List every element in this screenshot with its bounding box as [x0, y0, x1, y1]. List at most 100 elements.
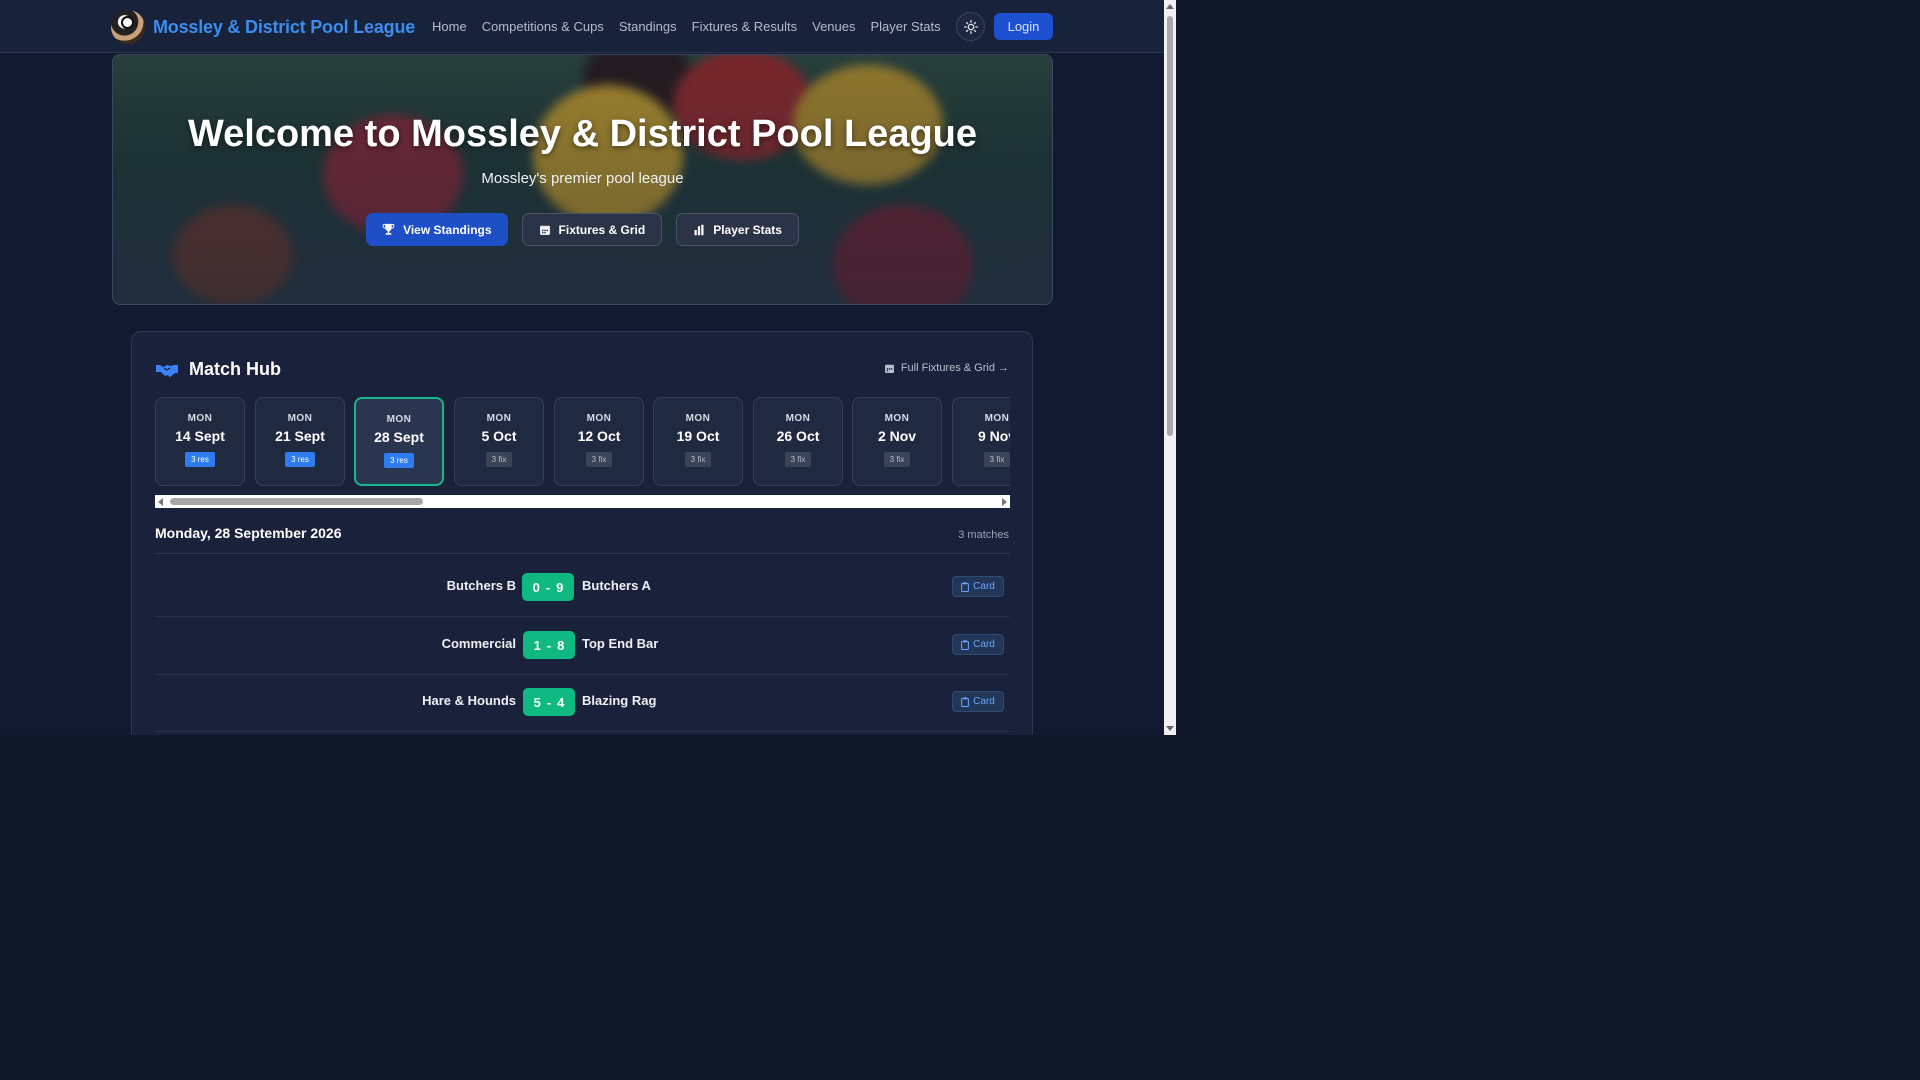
date-card-selected[interactable]: MON 28 Sept 3 res: [354, 397, 444, 486]
away-team[interactable]: Butchers A: [582, 578, 651, 593]
fixtures-badge: 3 fix: [684, 452, 712, 467]
match-row: Commercial 1 - 8 Top End Bar Card: [155, 618, 1010, 675]
away-team[interactable]: Top End Bar: [582, 636, 658, 651]
home-score: 5: [533, 694, 541, 710]
brand-name: Mossley & District Pool League: [153, 16, 416, 37]
date-card[interactable]: MON 26 Oct 3 fix: [753, 397, 843, 486]
fixtures-grid-label: Fixtures & Grid: [558, 222, 646, 237]
home-team[interactable]: Commercial: [442, 636, 516, 651]
handshake-icon: [156, 364, 178, 377]
score-separator: -: [546, 694, 552, 710]
match-card-button[interactable]: Card: [952, 576, 1004, 597]
score-badge[interactable]: 5 - 4: [523, 688, 575, 716]
fixtures-badge: 3 fix: [585, 452, 613, 467]
hero-title: Welcome to Mossley & District Pool Leagu…: [187, 113, 978, 155]
match-hub-panel: Match Hub Full Fixtures & Grid → MON 14 …: [131, 331, 1033, 735]
date-card[interactable]: MON 12 Oct 3 fix: [554, 397, 644, 486]
scroll-down-arrow-icon[interactable]: [1166, 726, 1174, 731]
date-card-day: MON: [586, 413, 612, 424]
date-card-day: MON: [884, 413, 910, 424]
match-card-button[interactable]: Card: [952, 634, 1004, 655]
date-card-day: MON: [984, 413, 1010, 424]
fixtures-badge: 3 fix: [883, 452, 911, 467]
view-standings-label: View Standings: [403, 222, 492, 237]
scroll-right-arrow-icon[interactable]: [1002, 498, 1007, 506]
nav-link-fixtures[interactable]: Fixtures & Results: [692, 19, 797, 34]
brand[interactable]: Mossley & District Pool League: [111, 10, 415, 44]
nav-link-standings[interactable]: Standings: [619, 19, 677, 34]
hero-banner: Welcome to Mossley & District Pool Leagu…: [112, 54, 1053, 305]
home-score: 0: [532, 579, 540, 595]
nav-link-venues[interactable]: Venues: [812, 19, 855, 34]
results-badge: 3 res: [285, 452, 315, 467]
login-button[interactable]: Login: [994, 13, 1053, 40]
date-card[interactable]: MON 14 Sept 3 res: [155, 397, 245, 486]
scroll-up-arrow-icon[interactable]: [1166, 4, 1174, 9]
match-hub-title: Match Hub: [155, 359, 281, 380]
date-card[interactable]: MON 2 Nov 3 fix: [852, 397, 942, 486]
full-fixtures-link-text: Full Fixtures & Grid →: [900, 362, 1009, 374]
date-card-date: 2 Nov: [877, 428, 917, 444]
home-score: 1: [533, 637, 541, 653]
date-card[interactable]: MON 5 Oct 3 fix: [454, 397, 544, 486]
away-team[interactable]: Blazing Rag: [582, 693, 656, 708]
nav-link-player-stats[interactable]: Player Stats: [871, 19, 941, 34]
bar-chart-icon: [694, 224, 704, 235]
hero-buttons: View Standings Fixtures & Grid Player St…: [113, 213, 1052, 246]
date-strip-scrollbar[interactable]: [155, 495, 1010, 508]
away-score: 4: [557, 694, 565, 710]
home-team[interactable]: Hare & Hounds: [422, 693, 516, 708]
date-card-day: MON: [785, 413, 811, 424]
home-team[interactable]: Butchers B: [447, 578, 516, 593]
nav-link-competitions[interactable]: Competitions & Cups: [482, 19, 604, 34]
date-card[interactable]: MON 9 Nov 3 fix: [952, 397, 1010, 486]
pool-ball-logo-icon: [111, 10, 145, 44]
view-standings-button[interactable]: View Standings: [366, 213, 508, 246]
date-card-day: MON: [386, 414, 412, 425]
divider: [155, 553, 1010, 554]
nav-links: Home Competitions & Cups Standings Fixtu…: [432, 0, 941, 53]
browser-viewport: Mossley & District Pool League Home Comp…: [0, 0, 1176, 735]
date-card-day: MON: [187, 413, 213, 424]
clipboard-icon: [961, 696, 970, 707]
fixtures-badge: 3 fix: [983, 452, 1010, 467]
calendar-icon: [539, 225, 550, 235]
date-card-date: 28 Sept: [374, 429, 424, 445]
match-row: Butchers B 0 - 9 Butchers A Card: [155, 560, 1010, 617]
scrollbar-thumb[interactable]: [170, 498, 423, 505]
date-card-date: 5 Oct: [481, 428, 517, 444]
match-card-label: Card: [973, 696, 995, 707]
away-score: 8: [557, 637, 565, 653]
fixtures-badge: 3 fix: [784, 452, 812, 467]
date-card-date: 14 Sept: [175, 428, 225, 444]
match-card-button[interactable]: Card: [952, 691, 1004, 712]
sun-icon: [963, 19, 978, 34]
date-card-day: MON: [486, 413, 512, 424]
date-card-date: 9 Nov: [977, 428, 1010, 444]
score-badge[interactable]: 0 - 9: [522, 573, 574, 601]
page-scrollbar-thumb[interactable]: [1167, 16, 1173, 436]
date-card-date: 26 Oct: [776, 428, 820, 444]
nav-link-home[interactable]: Home: [432, 19, 467, 34]
date-card-date: 21 Sept: [275, 428, 325, 444]
date-card-date: 12 Oct: [577, 428, 621, 444]
scroll-left-arrow-icon[interactable]: [158, 498, 163, 506]
date-card[interactable]: MON 19 Oct 3 fix: [653, 397, 743, 486]
score-badge[interactable]: 1 - 8: [523, 631, 575, 659]
away-score: 9: [556, 579, 564, 595]
date-selector-strip: MON 14 Sept 3 res MON 21 Sept 3 res MON …: [155, 397, 1010, 487]
date-card-date: 19 Oct: [676, 428, 720, 444]
fixtures-grid-button[interactable]: Fixtures & Grid: [521, 213, 663, 246]
score-separator: -: [546, 637, 552, 653]
page-scrollbar[interactable]: [1164, 0, 1176, 735]
match-count: 3 matches: [958, 529, 1009, 541]
hero-subtitle: Mossley's premier pool league: [481, 170, 684, 187]
date-card-day: MON: [685, 413, 711, 424]
full-fixtures-link[interactable]: Full Fixtures & Grid →: [884, 362, 1009, 374]
player-stats-button[interactable]: Player Stats: [676, 213, 799, 246]
trophy-icon: [382, 223, 395, 235]
top-navbar: Mossley & District Pool League Home Comp…: [0, 0, 1164, 53]
theme-toggle-button[interactable]: [956, 12, 985, 41]
fixtures-badge: 3 fix: [485, 452, 513, 467]
date-card[interactable]: MON 21 Sept 3 res: [255, 397, 345, 486]
